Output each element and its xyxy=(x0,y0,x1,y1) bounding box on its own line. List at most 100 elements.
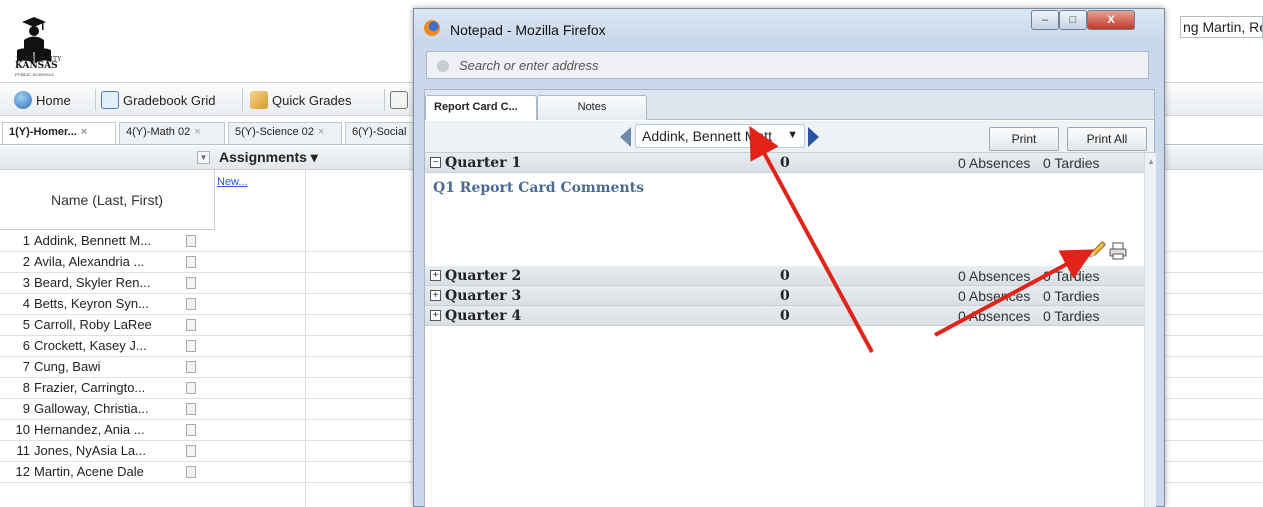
print-button[interactable]: Print xyxy=(989,127,1059,151)
student-name[interactable]: Frazier, Carringto... xyxy=(34,380,182,395)
print-all-button[interactable]: Print All xyxy=(1067,127,1147,151)
tab-math[interactable]: 4(Y)-Math 02 × xyxy=(119,122,225,144)
tab-notes[interactable]: Notes xyxy=(537,95,647,120)
close-icon[interactable]: × xyxy=(81,126,87,138)
row-number: 11 xyxy=(16,443,31,458)
maximize-button[interactable]: □ xyxy=(1059,10,1087,30)
toolbar-separator xyxy=(95,89,96,111)
quarter-score: 0 xyxy=(780,308,790,324)
scroll-up-icon[interactable]: ▲ xyxy=(1147,157,1155,166)
quarter-4-header[interactable]: + Quarter 4 0 0 Absences 0 Tardies xyxy=(425,306,1144,326)
student-name[interactable]: Hernandez, Ania ... xyxy=(34,422,182,437)
quarter-tardies: 0 Tardies xyxy=(1043,268,1100,284)
address-placeholder: Search or enter address xyxy=(459,58,599,73)
quarter-score: 0 xyxy=(780,155,790,171)
quarter-2-header[interactable]: + Quarter 2 0 0 Absences 0 Tardies xyxy=(425,266,1144,286)
quarter-label: Quarter 3 xyxy=(445,288,522,304)
tab-science[interactable]: 5(Y)-Science 02 × xyxy=(228,122,342,144)
student-name[interactable]: Martin, Acene Dale xyxy=(34,464,182,479)
quick-grades-label: Quick Grades xyxy=(272,92,352,108)
scrollbar[interactable]: ▲ xyxy=(1144,153,1156,507)
expand-icon[interactable]: + xyxy=(430,270,441,281)
student-select-value: Addink, Bennett Matt xyxy=(642,128,772,144)
assignments-menu[interactable]: Assignments ▾ xyxy=(219,149,318,166)
gradebook-grid-button[interactable]: Gradebook Grid xyxy=(101,89,216,111)
collapse-icon[interactable]: − xyxy=(430,157,441,168)
address-bar[interactable]: Search or enter address xyxy=(426,51,1149,79)
quick-grades-button[interactable]: Quick Grades xyxy=(250,89,351,111)
minimize-button[interactable]: – xyxy=(1031,10,1059,30)
gradebook-grid-label: Gradebook Grid xyxy=(123,92,216,108)
document-icon[interactable] xyxy=(186,403,196,415)
logo-line-2: KANSAS xyxy=(15,61,58,71)
student-select[interactable]: Addink, Bennett Matt ▼ xyxy=(635,124,805,148)
home-button[interactable]: Home xyxy=(14,89,71,111)
tab-social[interactable]: 6(Y)-Social xyxy=(345,122,415,144)
teacher-select-value: ng Martin, Re xyxy=(1183,19,1263,35)
student-name[interactable]: Crockett, Kasey J... xyxy=(34,338,182,353)
row-number: 3 xyxy=(22,275,30,290)
student-name[interactable]: Betts, Keyron Syn... xyxy=(34,296,182,311)
toolbar-separator xyxy=(242,89,243,111)
pencil-edit-icon[interactable] xyxy=(1086,239,1108,261)
document-icon[interactable] xyxy=(186,319,196,331)
quarter-label: Quarter 1 xyxy=(445,155,522,171)
document-icon[interactable] xyxy=(186,340,196,352)
quarter-absences: 0 Absences xyxy=(958,308,1031,324)
new-assignment-link[interactable]: New... xyxy=(217,176,248,188)
quarter-1-comments: Q1 Report Card Comments xyxy=(425,174,1144,266)
tab-homeroom[interactable]: 1(Y)-Homer... × xyxy=(2,122,116,144)
chart-button[interactable] xyxy=(390,89,408,111)
home-label: Home xyxy=(36,92,71,108)
expand-icon[interactable]: + xyxy=(430,290,441,301)
row-number: 5 xyxy=(22,317,30,332)
student-navigator: Addink, Bennett Matt ▼ Print Print All xyxy=(425,121,1154,153)
document-icon[interactable] xyxy=(186,424,196,436)
quarter-absences: 0 Absences xyxy=(958,268,1031,284)
row-number: 9 xyxy=(22,401,30,416)
printer-icon[interactable] xyxy=(1109,242,1127,260)
quarter-score: 0 xyxy=(780,268,790,284)
chevron-down-icon[interactable]: ▼ xyxy=(197,151,210,164)
student-name[interactable]: Jones, NyAsia La... xyxy=(34,443,182,458)
student-name[interactable]: Cung, Bawi xyxy=(34,359,182,374)
document-icon[interactable] xyxy=(186,382,196,394)
tab-label: 6(Y)-Social xyxy=(352,126,407,138)
bar-chart-icon xyxy=(390,91,408,109)
quarter-tardies: 0 Tardies xyxy=(1043,288,1100,304)
name-column-header[interactable]: Name (Last, First) xyxy=(0,170,215,230)
expand-icon[interactable]: + xyxy=(430,310,441,321)
quarter-3-header[interactable]: + Quarter 3 0 0 Absences 0 Tardies xyxy=(425,286,1144,306)
row-number: 10 xyxy=(15,422,30,437)
row-number: 7 xyxy=(22,359,30,374)
quarter-absences: 0 Absences xyxy=(958,155,1031,171)
student-name[interactable]: Addink, Bennett M... xyxy=(34,233,182,248)
tab-label: 4(Y)-Math 02 xyxy=(126,126,191,138)
quarter-label: Quarter 4 xyxy=(445,308,522,324)
document-icon[interactable] xyxy=(186,235,196,247)
close-button[interactable]: X xyxy=(1087,10,1135,30)
close-icon[interactable]: × xyxy=(318,126,324,138)
student-name[interactable]: Galloway, Christia... xyxy=(34,401,182,416)
document-icon[interactable] xyxy=(186,298,196,310)
close-icon[interactable]: × xyxy=(194,126,200,138)
document-icon[interactable] xyxy=(186,466,196,478)
tab-report-card-comments[interactable]: Report Card C... xyxy=(425,95,537,120)
window-title: Notepad - Mozilla Firefox xyxy=(450,22,606,38)
previous-student-icon[interactable] xyxy=(620,127,631,147)
student-name[interactable]: Avila, Alexandria ... xyxy=(34,254,182,269)
window-titlebar[interactable]: Notepad - Mozilla Firefox – □ X xyxy=(414,9,1164,45)
quarter-tardies: 0 Tardies xyxy=(1043,155,1100,171)
document-icon[interactable] xyxy=(186,277,196,289)
document-icon[interactable] xyxy=(186,256,196,268)
student-name[interactable]: Carroll, Roby LaRee xyxy=(34,317,182,332)
document-icon[interactable] xyxy=(186,361,196,373)
tab-label: 5(Y)-Science 02 xyxy=(235,126,314,138)
home-globe-icon xyxy=(14,91,32,109)
student-name[interactable]: Beard, Skyler Ren... xyxy=(34,275,182,290)
next-student-icon[interactable] xyxy=(808,127,819,147)
teacher-select[interactable]: ng Martin, Re xyxy=(1180,16,1263,38)
document-icon[interactable] xyxy=(186,445,196,457)
quarter-1-header[interactable]: − Quarter 1 0 0 Absences 0 Tardies xyxy=(425,153,1144,173)
firefox-icon xyxy=(424,20,440,36)
